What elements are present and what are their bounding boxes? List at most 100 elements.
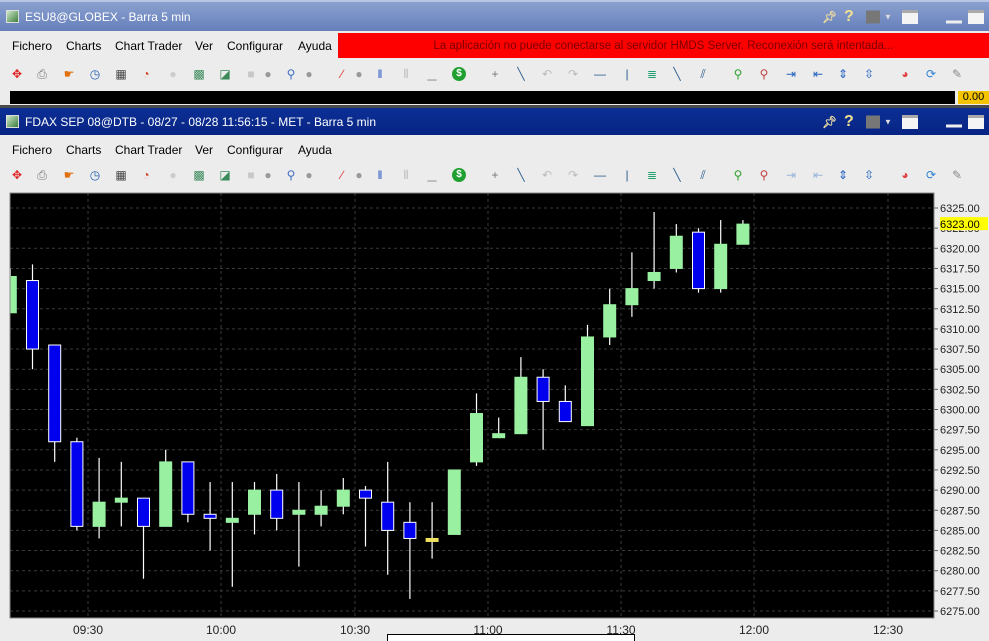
grid-icon[interactable]: ▦: [114, 168, 128, 182]
bar-chart-icon[interactable]: ‖: [373, 67, 387, 81]
speedometer-icon[interactable]: ◔: [139, 67, 153, 81]
ray-icon[interactable]: ╲: [670, 67, 684, 81]
chevron-down-icon[interactable]: ▼: [884, 12, 892, 21]
menu-fichero[interactable]: Fichero: [12, 39, 52, 53]
menu-charts[interactable]: Charts: [66, 143, 101, 157]
scroll-left-icon[interactable]: ⇤: [811, 168, 825, 182]
add-chart-icon[interactable]: ◪: [218, 67, 232, 81]
window2-titlebar[interactable]: FDAX SEP 08@DTB - 08/27 - 08/28 11:56:15…: [0, 108, 989, 135]
maximize-icon[interactable]: [968, 9, 984, 24]
dropdown-icon: ●: [305, 67, 313, 81]
crosshair-icon[interactable]: +: [488, 168, 502, 182]
redo-icon[interactable]: ↷: [566, 168, 580, 182]
pencil-icon[interactable]: ∕: [335, 67, 349, 81]
menu-chart-trader[interactable]: Chart Trader: [115, 39, 182, 53]
crosshair-icon[interactable]: +: [488, 67, 502, 81]
volume-bars-icon[interactable]: ⦀: [399, 168, 413, 182]
candle-body: [70, 441, 84, 527]
print-icon[interactable]: ⎙: [35, 67, 49, 81]
expand-vertical-icon[interactable]: ⇕: [836, 168, 850, 182]
redo-icon[interactable]: ↷: [566, 67, 580, 81]
help-icon[interactable]: ?: [844, 8, 854, 26]
speedometer-icon[interactable]: ◔: [139, 168, 153, 182]
wrench-icon[interactable]: ✎: [950, 168, 964, 182]
zoom-out-icon[interactable]: ⚲: [757, 67, 771, 81]
group-icon[interactable]: [866, 115, 880, 128]
zoom-in-icon[interactable]: ⚲: [731, 67, 745, 81]
dollar-icon[interactable]: $: [452, 168, 466, 182]
zoom-icon[interactable]: ⚲: [284, 168, 298, 182]
histogram-icon[interactable]: ▁: [425, 168, 439, 182]
zoom-out-icon[interactable]: ⚲: [757, 168, 771, 182]
bar-chart-icon[interactable]: ‖: [373, 168, 387, 182]
window2-toolbar: ✥ ⎙ ☛ ◷ ▦ ◔ ● ▩ ◪ ■ ● ⚲ ● ∕ ● ‖ ⦀ ▁ $ + ╲ ↶ ↷ — | ≣ ╲ ⫽ ⚲ ⚲ ⇥ ⇤ ⇕ ⇳ ◕ ⟳ ✎: [0, 163, 989, 187]
undo-icon[interactable]: ↶: [540, 67, 554, 81]
trendline-icon[interactable]: ╲: [514, 67, 528, 81]
vertical-line-icon[interactable]: |: [620, 168, 634, 182]
fibonacci-icon[interactable]: ≣: [645, 67, 659, 81]
ray-icon[interactable]: ╲: [670, 168, 684, 182]
minimize-icon[interactable]: [946, 124, 962, 128]
menu-configurar[interactable]: Configurar: [227, 39, 283, 53]
refresh-icon[interactable]: ⟳: [924, 168, 938, 182]
horizontal-line-icon[interactable]: —: [593, 168, 607, 182]
add-study-icon[interactable]: ▩: [192, 168, 206, 182]
scroll-left-icon[interactable]: ⇤: [811, 67, 825, 81]
refresh-icon[interactable]: ⟳: [924, 67, 938, 81]
fibonacci-icon[interactable]: ≣: [645, 168, 659, 182]
window1-titlebar[interactable]: ESU8@GLOBEX - Barra 5 min 📌︎ ? ▼: [0, 0, 989, 31]
chevron-down-icon[interactable]: ▼: [884, 117, 892, 126]
scroll-right-icon[interactable]: ⇥: [784, 168, 798, 182]
compress-vertical-icon[interactable]: ⇳: [862, 168, 876, 182]
menu-charts[interactable]: Charts: [66, 39, 101, 53]
print-icon[interactable]: ⎙: [35, 168, 49, 182]
grid-icon[interactable]: ▦: [114, 67, 128, 81]
scroll-right-icon[interactable]: ⇥: [784, 67, 798, 81]
expand-vertical-icon[interactable]: ⇕: [836, 67, 850, 81]
menu-configurar[interactable]: Configurar: [227, 143, 283, 157]
menu-ayuda[interactable]: Ayuda: [298, 143, 332, 157]
pencil-icon[interactable]: ∕: [335, 168, 349, 182]
hand-pointer-icon[interactable]: ☛: [62, 168, 76, 182]
menu-chart-trader[interactable]: Chart Trader: [115, 143, 182, 157]
color-palette-icon[interactable]: ◕: [898, 67, 912, 81]
group-icon[interactable]: [866, 10, 880, 23]
horizontal-scrollbar[interactable]: [387, 634, 635, 641]
undo-icon[interactable]: ↶: [540, 168, 554, 182]
wrench-icon[interactable]: ✎: [950, 67, 964, 81]
horizontal-line-icon[interactable]: —: [593, 67, 607, 81]
menu-ver[interactable]: Ver: [195, 39, 213, 53]
histogram-icon[interactable]: ▁: [425, 67, 439, 81]
channel-icon[interactable]: ⫽: [696, 67, 710, 81]
candle-body: [625, 288, 639, 306]
help-icon[interactable]: ?: [844, 113, 854, 131]
maximize-icon[interactable]: [968, 114, 984, 129]
vertical-line-icon[interactable]: |: [620, 67, 634, 81]
compress-vertical-icon[interactable]: ⇳: [862, 67, 876, 81]
clock-icon[interactable]: ◷: [88, 67, 102, 81]
candle-body: [403, 521, 417, 539]
dollar-icon[interactable]: $: [452, 67, 466, 81]
pin-icon[interactable]: 📌︎: [822, 115, 837, 129]
zoom-in-icon[interactable]: ⚲: [731, 168, 745, 182]
crosshair-target-icon[interactable]: ✥: [10, 67, 24, 81]
volume-bars-icon[interactable]: ⦀: [399, 67, 413, 81]
y-tick-label: 6300.00: [940, 405, 980, 417]
trendline-icon[interactable]: ╲: [514, 168, 528, 182]
add-chart-icon[interactable]: ◪: [218, 168, 232, 182]
menu-fichero[interactable]: Fichero: [12, 143, 52, 157]
candlestick-chart[interactable]: 6325.006322.506320.006317.506315.006312.…: [0, 190, 989, 639]
zoom-icon[interactable]: ⚲: [284, 67, 298, 81]
channel-icon[interactable]: ⫽: [696, 168, 710, 182]
restore-icon[interactable]: [902, 114, 918, 129]
clock-icon[interactable]: ◷: [88, 168, 102, 182]
color-palette-icon[interactable]: ◕: [898, 168, 912, 182]
hand-pointer-icon[interactable]: ☛: [62, 67, 76, 81]
crosshair-target-icon[interactable]: ✥: [10, 168, 24, 182]
restore-icon[interactable]: [902, 9, 918, 24]
pin-icon[interactable]: 📌︎: [822, 10, 837, 24]
minimize-icon[interactable]: [946, 20, 962, 24]
add-study-icon[interactable]: ▩: [192, 67, 206, 81]
menu-ayuda[interactable]: Ayuda: [298, 39, 332, 53]
menu-ver[interactable]: Ver: [195, 143, 213, 157]
